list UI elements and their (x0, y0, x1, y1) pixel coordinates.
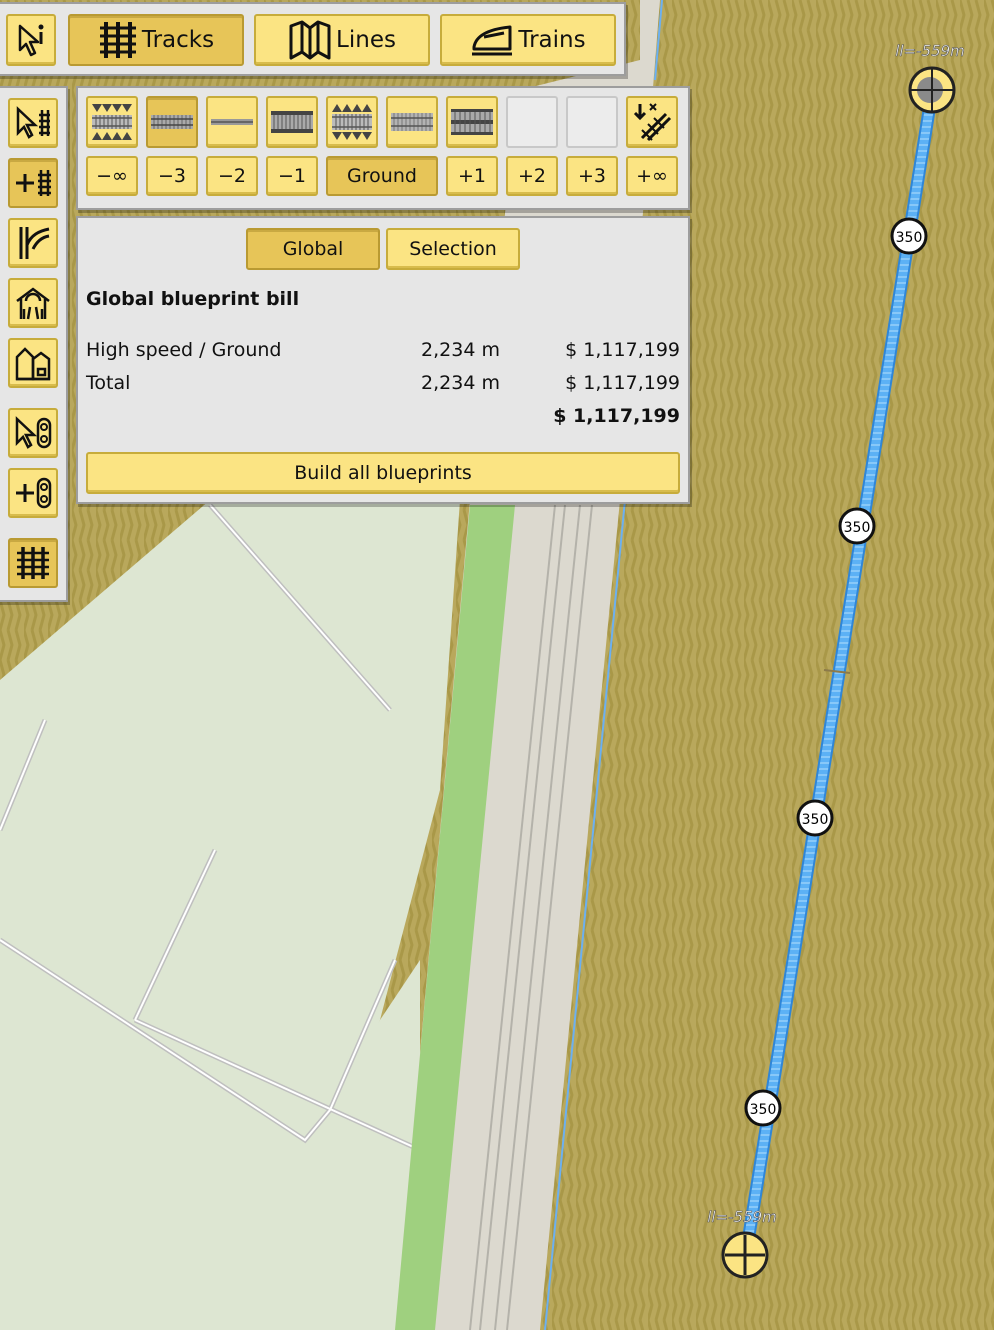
level-button[interactable]: +∞ (626, 156, 678, 196)
blueprint-bill-panel: Global Selection Global blueprint bill H… (76, 216, 690, 504)
select-signal-icon (14, 416, 52, 450)
track-light-icon (210, 116, 254, 128)
track-standard-icon (270, 109, 314, 135)
track-type-9-button[interactable] (566, 96, 618, 148)
track-type-4-button[interactable] (266, 96, 318, 148)
track-end-node[interactable] (721, 1231, 769, 1279)
depot-icon (14, 345, 52, 381)
level-button[interactable]: +1 (446, 156, 498, 196)
build-all-blueprints-button[interactable]: Build all blueprints (86, 452, 680, 494)
tab-trains-label: Trains (518, 27, 586, 53)
depot-button[interactable] (8, 338, 58, 388)
track-type-2-button[interactable] (146, 96, 198, 148)
map-lines-icon (288, 20, 332, 60)
bill-row-length: 2,234 m (421, 339, 500, 361)
tab-global[interactable]: Global (246, 228, 380, 270)
demolish-track-button[interactable] (626, 96, 678, 148)
tab-trains[interactable]: Trains (440, 14, 616, 66)
track-options-panel: −∞ −3 −2 −1 Ground +1 +2 +3 +∞ (76, 86, 690, 210)
svg-text:350: 350 (750, 1102, 777, 1118)
track-switch-icon (15, 225, 51, 261)
select-signal-button[interactable] (8, 408, 58, 458)
track-type-5-button[interactable] (326, 96, 378, 148)
track-start-node[interactable] (908, 66, 956, 114)
bill-title: Global blueprint bill (86, 288, 300, 310)
svg-text:350: 350 (896, 230, 923, 246)
select-track-icon (15, 106, 51, 140)
level-button[interactable]: −∞ (86, 156, 138, 196)
speed-badge: 350 (796, 799, 834, 837)
svg-text:350: 350 (802, 812, 829, 828)
track-type-3-button[interactable] (206, 96, 258, 148)
track-switch-button[interactable] (8, 218, 58, 268)
station-icon (14, 285, 52, 321)
speed-badge: 350 (890, 217, 928, 255)
track-type-8-button[interactable] (506, 96, 558, 148)
level-button[interactable]: −2 (206, 156, 258, 196)
bill-total-label: Total (86, 372, 131, 394)
station-button[interactable] (8, 278, 58, 328)
add-signal-icon (14, 476, 52, 510)
speed-badge: 350 (838, 507, 876, 545)
level-button[interactable]: −3 (146, 156, 198, 196)
track-high-embankment-icon (90, 102, 134, 142)
train-icon (470, 23, 514, 57)
tab-lines[interactable]: Lines (254, 14, 430, 66)
tab-tracks-label: Tracks (141, 27, 215, 53)
info-pointer-button[interactable] (6, 14, 56, 66)
bill-grand-total: $ 1,117,199 (553, 405, 680, 427)
bill-total-length: 2,234 m (421, 372, 500, 394)
track-gravel-icon (390, 111, 434, 133)
tab-selection[interactable]: Selection (386, 228, 520, 270)
add-track-button[interactable] (8, 158, 58, 208)
tab-tracks[interactable]: Tracks (68, 14, 244, 66)
speed-badge: 350 (744, 1089, 782, 1127)
level-button[interactable]: +2 (506, 156, 558, 196)
bill-row-cost: $ 1,117,199 (565, 339, 680, 361)
track-high-speed-icon (150, 112, 194, 132)
track-embankment-icon (330, 102, 374, 142)
demolish-track-icon (632, 102, 672, 142)
level-button[interactable]: +3 (566, 156, 618, 196)
level-button[interactable]: −1 (266, 156, 318, 196)
blueprints-button[interactable] (8, 538, 58, 588)
side-toolbar (0, 86, 68, 602)
track-type-7-button[interactable] (446, 96, 498, 148)
tracks-icon (98, 20, 138, 60)
pointer-info-icon (16, 22, 46, 58)
add-signal-button[interactable] (8, 468, 58, 518)
track-type-1-button[interactable] (86, 96, 138, 148)
select-track-button[interactable] (8, 98, 58, 148)
blueprint-tracks-icon (15, 545, 51, 581)
track-type-6-button[interactable] (386, 96, 438, 148)
bill-row-name: High speed / Ground (86, 339, 282, 361)
bill-total-cost: $ 1,117,199 (565, 372, 680, 394)
tab-lines-label: Lines (336, 27, 396, 53)
track-double-icon (450, 107, 494, 137)
level-ground-button[interactable]: Ground (326, 156, 438, 196)
elevation-label-bottom: ll=-559m (707, 1208, 777, 1226)
top-tab-bar: Tracks Lines Trains (0, 2, 626, 76)
svg-text:350: 350 (844, 520, 871, 536)
add-track-icon (14, 167, 52, 199)
elevation-label-top: ll=-559m (895, 42, 965, 60)
